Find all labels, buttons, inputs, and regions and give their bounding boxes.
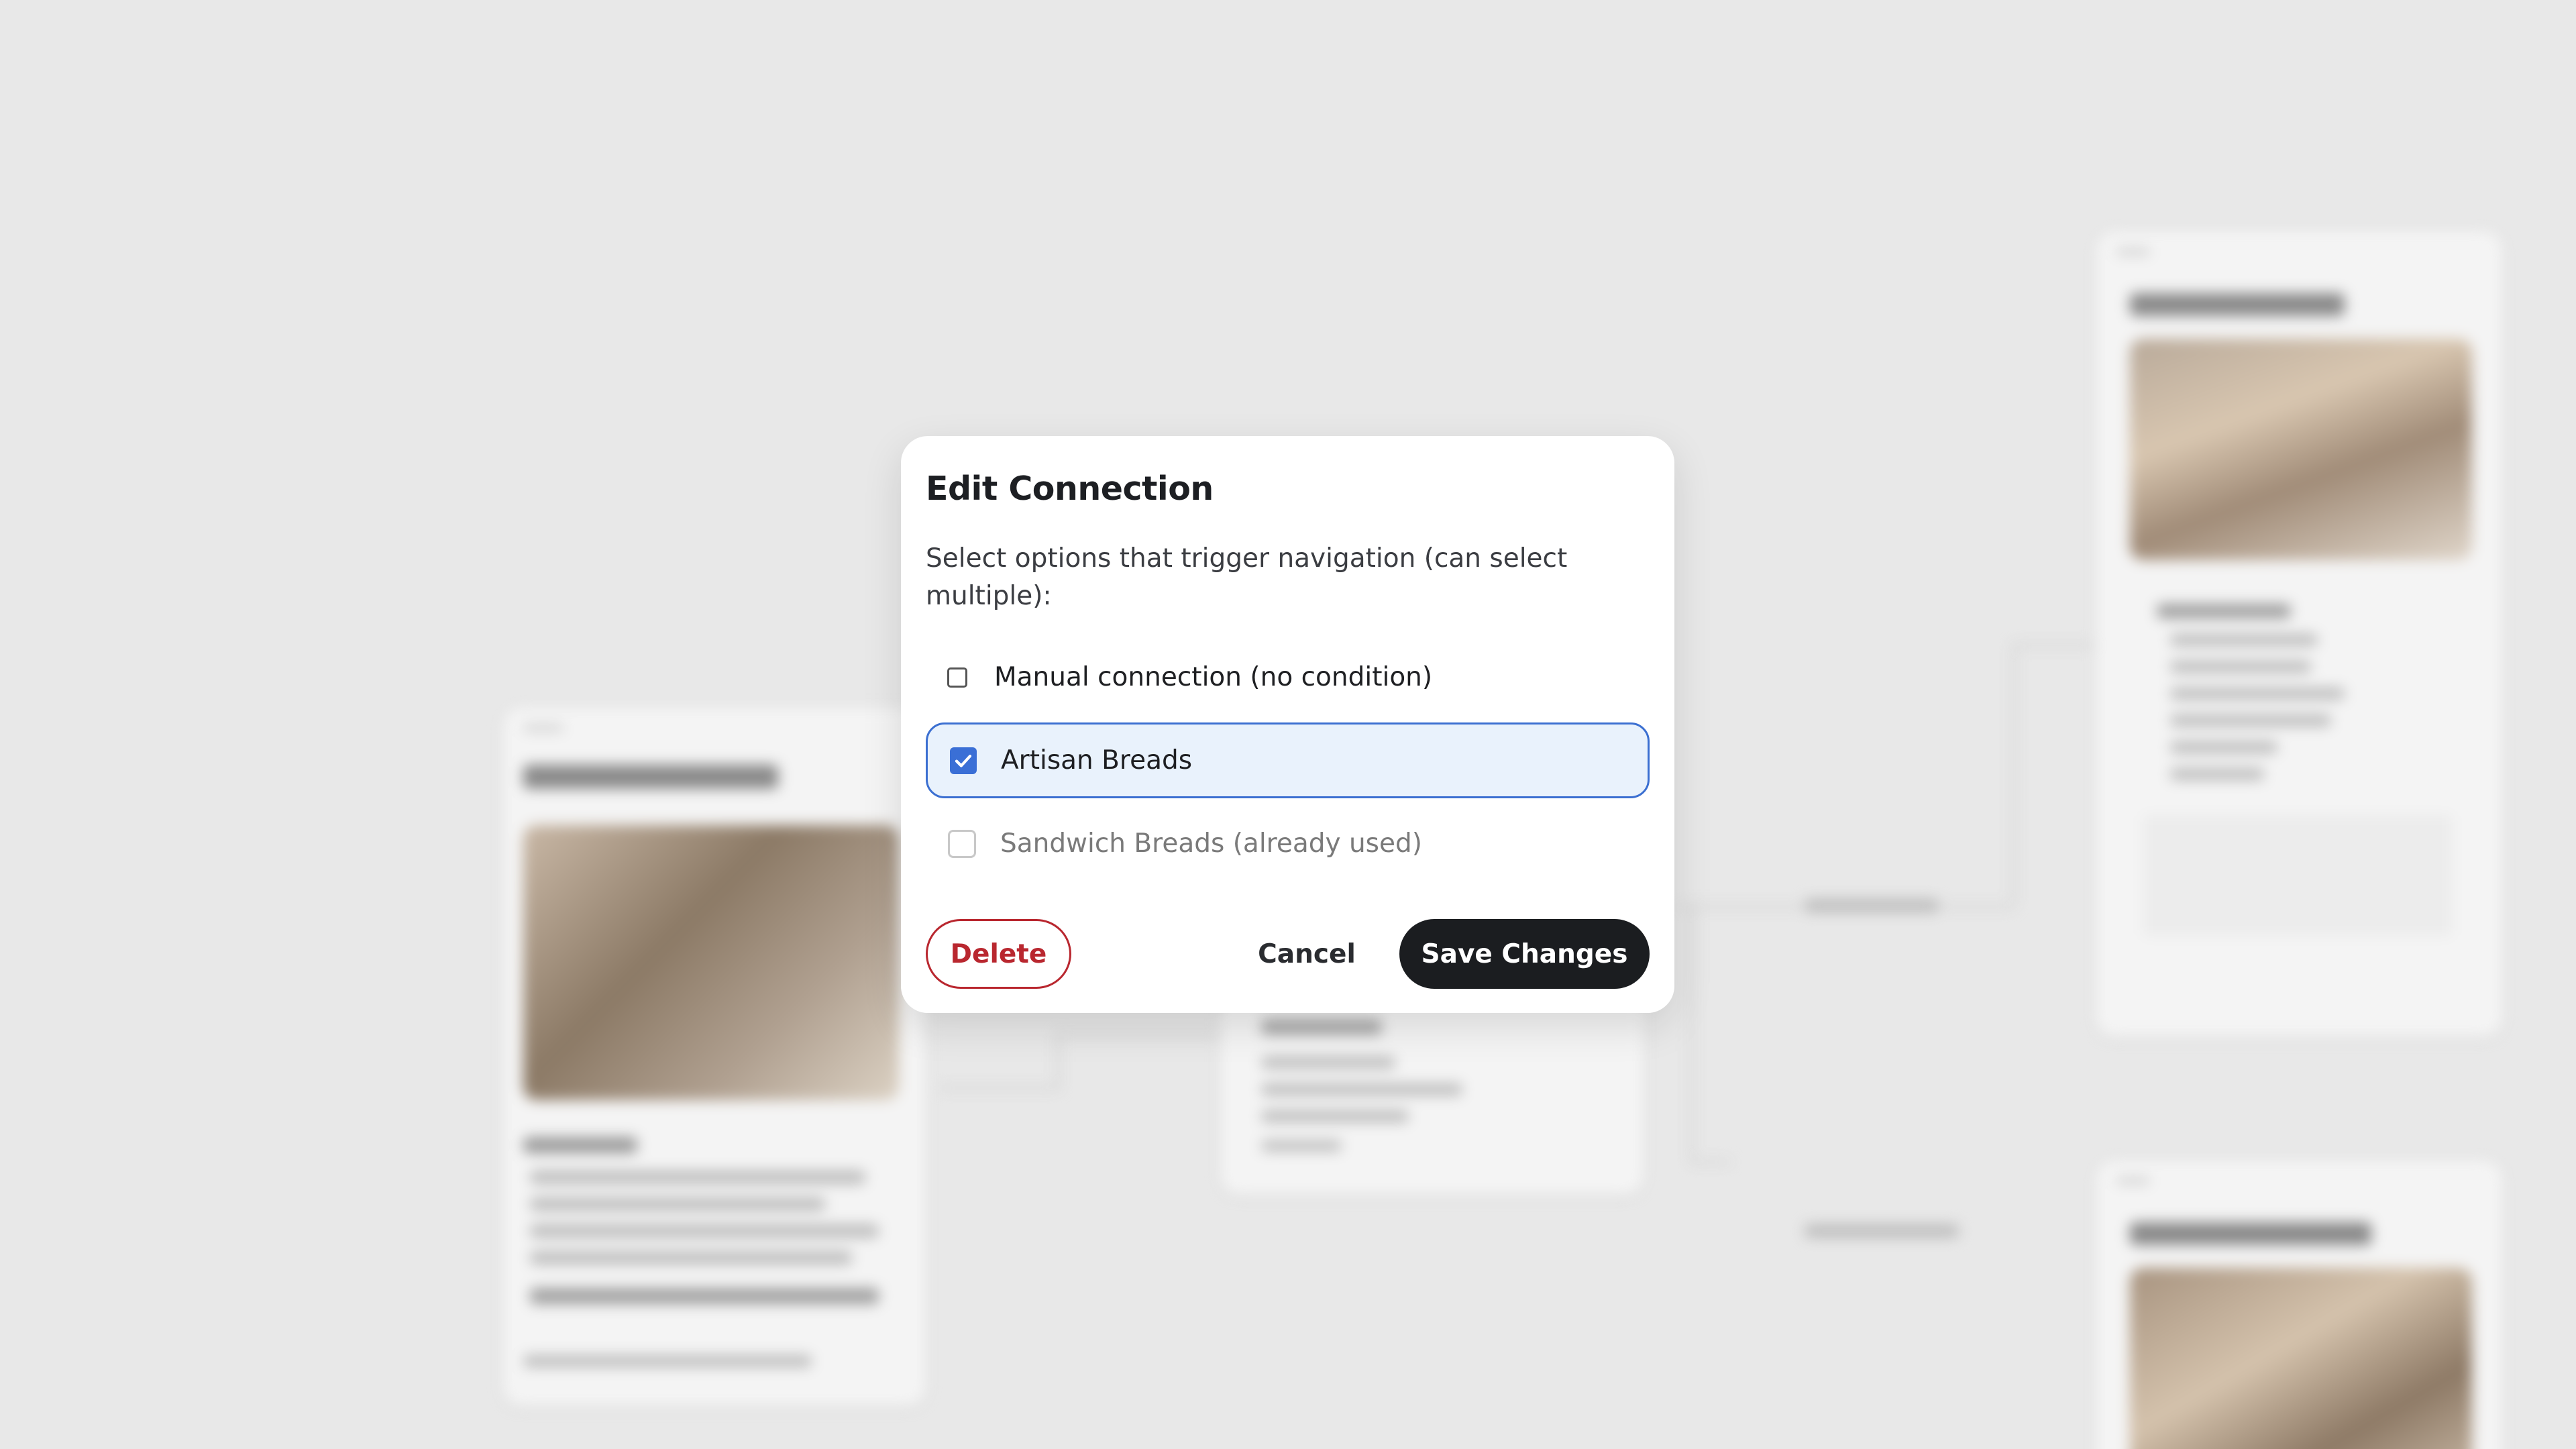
option-manual-connection[interactable]: Manual connection (no condition) — [926, 639, 1650, 715]
save-changes-button[interactable]: Save Changes — [1399, 919, 1650, 989]
checkbox[interactable] — [947, 667, 967, 688]
background-screen-card — [2096, 1161, 2502, 1449]
flow-canvas: Edit Connection Select options that trig… — [0, 0, 2576, 1449]
cancel-button[interactable]: Cancel — [1240, 919, 1374, 989]
option-label: Manual connection (no condition) — [994, 662, 1433, 692]
option-sandwich-breads: Sandwich Breads (already used) — [926, 806, 1650, 881]
background-screen-card — [2096, 231, 2502, 1036]
option-artisan-breads[interactable]: Artisan Breads — [926, 722, 1650, 798]
dialog-title: Edit Connection — [926, 470, 1214, 508]
checkbox-disabled — [948, 829, 976, 858]
edit-connection-dialog: Edit Connection Select options that trig… — [901, 436, 1674, 1013]
option-label: Artisan Breads — [1001, 745, 1193, 775]
checkbox-checked[interactable] — [950, 747, 977, 774]
option-label: Sandwich Breads (already used) — [1000, 828, 1422, 859]
delete-button[interactable]: Delete — [926, 919, 1071, 989]
dialog-description: Select options that trigger navigation (… — [926, 543, 1568, 611]
background-screen-card — [503, 708, 926, 1405]
checkmark-icon — [955, 754, 972, 767]
